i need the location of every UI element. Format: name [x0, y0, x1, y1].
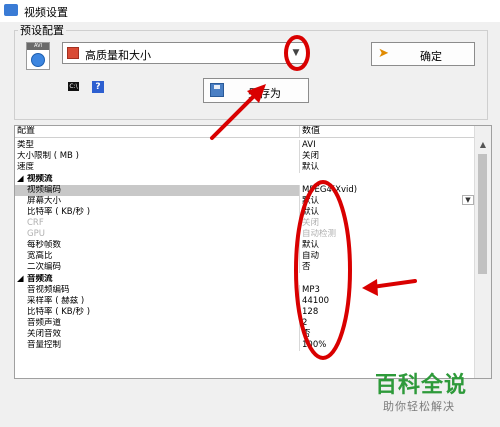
watermark-slogan: 助你轻松解决 — [383, 400, 455, 413]
grid-row-name: 屏幕大小 — [15, 196, 300, 207]
grid-row-video-codec[interactable]: 视频编码 MPEG4(Xvid) — [15, 185, 477, 196]
grid-row-disabled: CRF 关闭 — [15, 218, 477, 229]
preset-select[interactable]: 高质量和大小 ▼ — [62, 42, 307, 64]
grid-row[interactable]: 大小限制 ( MB ) 关闭 — [15, 151, 477, 162]
grid-row-value[interactable]: 默认 — [302, 240, 477, 251]
grid-row-name: GPU — [15, 229, 300, 240]
chevron-down-icon: ▼ — [465, 196, 471, 204]
grid-row-value[interactable]: 否 — [302, 329, 477, 340]
grid-row[interactable]: 采样率 ( 赫兹 ) 44100 — [15, 296, 477, 307]
grid-row-value[interactable]: 2 — [302, 318, 477, 329]
category-name: 视频流 — [27, 174, 53, 184]
grid-row-value[interactable]: 100% — [302, 340, 477, 351]
grid-row-name: 比特率 ( KB/秒 ) — [15, 207, 300, 218]
category-audio-stream[interactable]: ◢ 音频流 — [15, 274, 477, 285]
watermark-brand: 百科全说 — [375, 373, 468, 398]
grid-row-value: 关闭 — [302, 218, 320, 228]
category-label: ◢ 音频流 — [15, 274, 300, 285]
preset-quality-icon — [67, 47, 79, 59]
ok-button-label: 确定 — [420, 50, 442, 63]
grid-row-name: 关闭音效 — [15, 329, 300, 340]
app-icon — [4, 4, 18, 16]
grid-row-name: 音频声道 — [15, 318, 300, 329]
grid-row-name: 比特率 ( KB/秒 ) — [15, 307, 300, 318]
settings-grid: 配置 数值 类型 AVI 大小限制 ( MB ) 关闭 速度 默认 ◢ 视频流 视… — [14, 125, 492, 379]
grid-row-name: 采样率 ( 赫兹 ) — [15, 296, 300, 307]
grid-row-name: 二次编码 — [15, 262, 300, 273]
grid-row-name: 视频编码 — [15, 185, 300, 196]
grid-row[interactable]: 二次编码 否 — [15, 262, 477, 273]
collapse-icon[interactable]: ◢ — [17, 274, 25, 285]
grid-row-value[interactable]: 关闭 — [302, 151, 477, 162]
video-codec-dropdown-button[interactable]: ▼ — [462, 195, 474, 205]
scrollbar-thumb[interactable] — [478, 154, 487, 274]
command-prompt-icon[interactable]: C:\ — [68, 82, 79, 91]
grid-row-name: 音量控制 — [15, 340, 300, 351]
grid-header-name: 配置 — [15, 126, 300, 137]
arrow-right-icon: ➤ — [378, 46, 389, 61]
grid-row-value[interactable]: 默认 — [302, 196, 477, 207]
grid-row-name: 宽高比 — [15, 251, 300, 262]
window-title: 视频设置 — [24, 6, 68, 19]
chevron-down-icon[interactable]: ▼ — [288, 44, 304, 62]
grid-row[interactable]: 音量控制 100% — [15, 340, 477, 351]
category-name: 音频流 — [27, 274, 53, 284]
save-as-button-label: 另存为 — [248, 87, 281, 100]
grid-row-value[interactable]: 默认 — [302, 162, 477, 173]
grid-row-value[interactable]: 默认 — [302, 207, 477, 218]
grid-row-value[interactable]: MPEG4(Xvid) — [302, 185, 477, 196]
grid-row-value[interactable]: 自动 — [302, 251, 477, 262]
category-label: ◢ 视频流 — [15, 174, 300, 185]
grid-row-disabled: GPU 自动检测 — [15, 229, 477, 240]
category-video-stream[interactable]: ◢ 视频流 — [15, 174, 477, 185]
collapse-icon[interactable]: ◢ — [17, 174, 25, 185]
grid-header-value: 数值 — [302, 126, 321, 136]
save-as-button[interactable]: 另存为 — [203, 78, 309, 103]
preset-group-label: 预设配置 — [18, 22, 66, 38]
grid-row-value[interactable]: AVI — [302, 140, 477, 151]
grid-row-name: CRF — [15, 218, 300, 229]
help-icon[interactable]: ? — [92, 81, 104, 93]
grid-row[interactable]: 比特率 ( KB/秒 ) 默认 — [15, 207, 477, 218]
floppy-disk-icon — [210, 83, 224, 97]
grid-row-name: 大小限制 ( MB ) — [15, 151, 300, 162]
grid-row-name: 速度 — [15, 162, 300, 173]
grid-row[interactable]: 宽高比 自动 — [15, 251, 477, 262]
grid-row-value[interactable]: 否 — [302, 262, 477, 273]
grid-row-value: 自动检测 — [302, 229, 337, 239]
grid-scrollbar[interactable]: ▲ — [474, 126, 491, 378]
grid-row[interactable]: 每秒帧数 默认 — [15, 240, 477, 251]
grid-row[interactable]: 关闭音效 否 — [15, 329, 477, 340]
grid-row-name: 每秒帧数 — [15, 240, 300, 251]
avi-file-icon-label: AVI — [27, 43, 49, 50]
grid-row-value[interactable]: 128 — [302, 307, 477, 318]
preset-select-value: 高质量和大小 — [85, 49, 151, 62]
ok-button[interactable]: ➤ 确定 — [371, 42, 475, 66]
grid-row[interactable]: 音视频编码 MP3 — [15, 285, 477, 296]
scroll-up-icon[interactable]: ▲ — [475, 138, 491, 152]
grid-row-value[interactable]: 44100 — [302, 296, 477, 307]
grid-row-value[interactable]: MP3 — [302, 285, 477, 296]
avi-file-icon: AVI — [26, 42, 50, 70]
grid-row[interactable]: 比特率 ( KB/秒 ) 128 — [15, 307, 477, 318]
disc-icon — [31, 53, 45, 67]
grid-header: 配置 数值 — [15, 126, 477, 138]
grid-row-name: 音视频编码 — [15, 285, 300, 296]
grid-row[interactable]: 音频声道 2 — [15, 318, 477, 329]
title-bar: 视频设置 — [0, 0, 500, 22]
grid-row[interactable]: 屏幕大小 默认 — [15, 196, 477, 207]
grid-row-name: 类型 — [15, 140, 300, 151]
grid-row[interactable]: 速度 默认 — [15, 162, 477, 173]
grid-row[interactable]: 类型 AVI — [15, 140, 477, 151]
